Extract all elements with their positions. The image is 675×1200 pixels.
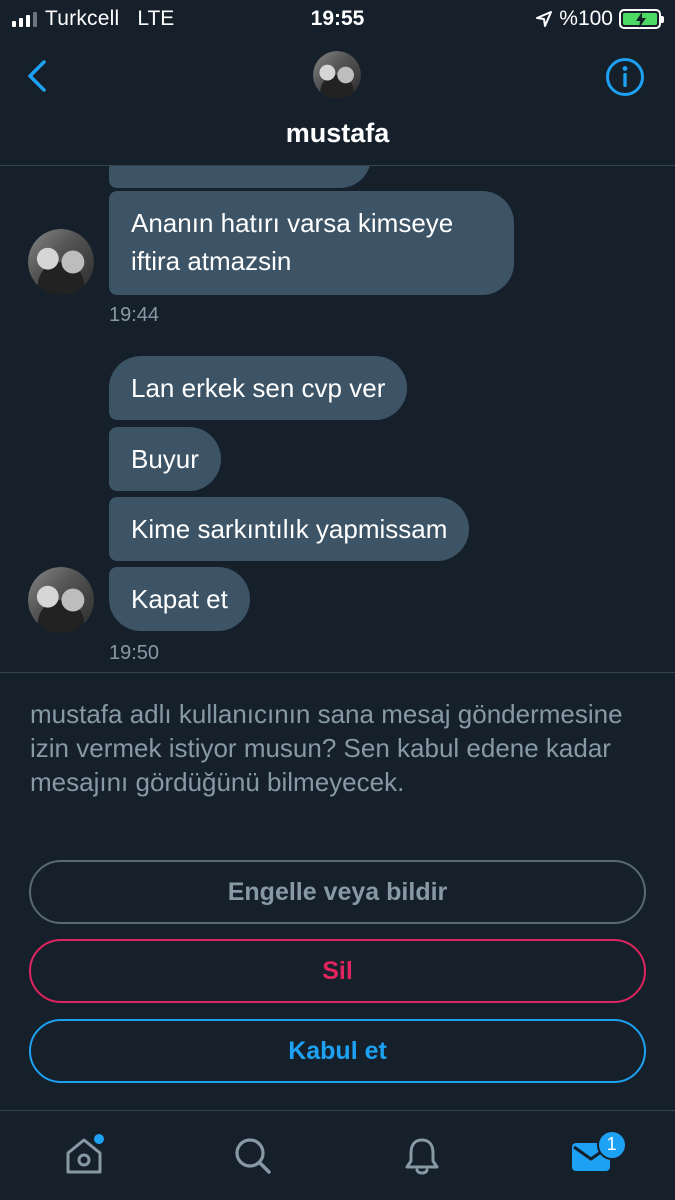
search-icon — [235, 1137, 271, 1174]
status-right: %100 — [535, 7, 664, 31]
sender-avatar[interactable] — [28, 567, 94, 633]
divider — [0, 672, 675, 673]
header-avatar[interactable] — [313, 51, 361, 99]
info-button[interactable] — [605, 57, 645, 97]
block-or-report-button[interactable]: Engelle veya bildir — [29, 860, 646, 924]
message-list[interactable]: Ananın hatırı varsa kimseye iftira atmaz… — [0, 166, 675, 672]
message-timestamp: 19:50 — [109, 642, 160, 664]
message-bubble[interactable]: Kime sarkıntılık yapmissam — [109, 497, 470, 561]
network-type: LTE — [137, 7, 175, 30]
message-bubble[interactable]: Lan erkek sen cvp ver — [109, 356, 408, 420]
nav-home[interactable] — [54, 1126, 114, 1186]
message-bubble[interactable]: Kapat et — [109, 567, 250, 631]
chevron-left-icon — [28, 60, 46, 92]
bottom-nav: 1 — [0, 1110, 675, 1200]
conversation-header: mustafa — [0, 38, 675, 166]
notification-dot — [94, 1133, 105, 1144]
message-timestamp: 19:44 — [109, 304, 160, 326]
location-arrow-icon — [536, 11, 553, 27]
avatar-image — [313, 51, 361, 99]
avatar-image — [28, 567, 94, 633]
battery-icon — [619, 9, 664, 29]
signal-icon — [12, 11, 37, 27]
conversation-title: mustafa — [285, 118, 390, 148]
back-button[interactable] — [20, 56, 54, 96]
message-bubble-partial — [109, 166, 371, 188]
delete-button[interactable]: Sil — [29, 939, 646, 1003]
message-bubble[interactable]: Buyur — [109, 427, 221, 491]
avatar-image — [28, 229, 94, 295]
accept-button[interactable]: Kabul et — [29, 1019, 646, 1083]
bell-icon — [405, 1138, 439, 1174]
messages-badge: 1 — [596, 1129, 627, 1160]
nav-messages[interactable]: 1 — [561, 1126, 627, 1186]
battery-percent: %100 — [559, 7, 613, 30]
status-bar: Turkcell LTE 19:55 %100 — [0, 0, 675, 38]
message-bubble[interactable]: Ananın hatırı varsa kimseye iftira atmaz… — [109, 191, 514, 295]
carrier-name: Turkcell — [45, 7, 120, 30]
nav-search[interactable] — [223, 1126, 283, 1186]
status-left: Turkcell LTE — [12, 7, 174, 31]
sender-avatar[interactable] — [28, 229, 94, 295]
info-icon — [606, 58, 644, 96]
message-request-text: mustafa adlı kullanıcının sana mesaj gön… — [30, 699, 623, 797]
nav-notifications[interactable] — [392, 1126, 452, 1186]
